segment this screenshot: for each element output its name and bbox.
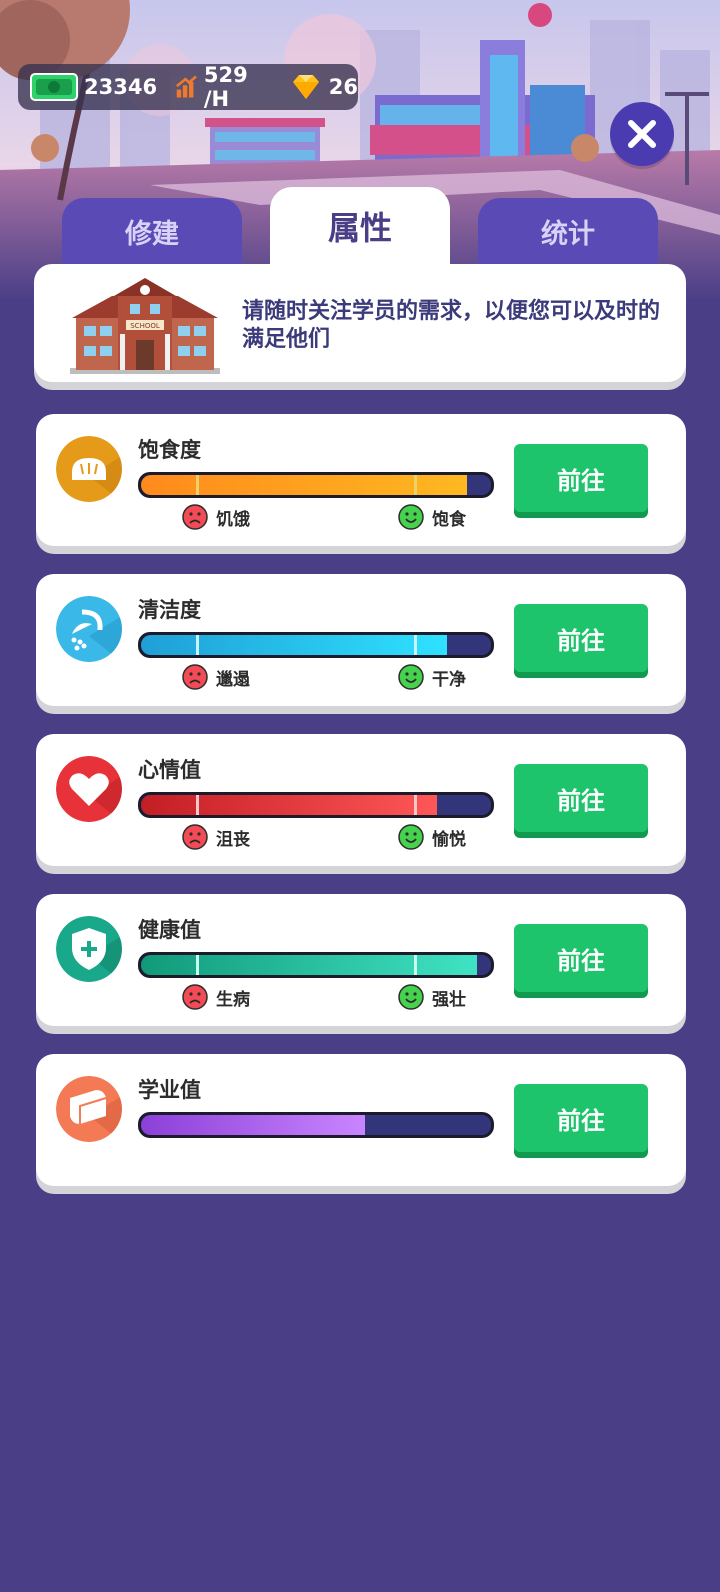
happy-face-icon xyxy=(398,824,424,850)
health-shield-icon xyxy=(56,916,122,982)
heart-icon xyxy=(56,756,122,822)
tab-build-label: 修建 xyxy=(125,219,179,250)
income-counter: 529 /H xyxy=(157,63,271,111)
resource-bar: 23346 529 /H 26 xyxy=(18,63,358,111)
bread-icon xyxy=(56,436,122,502)
stat-progress-fill xyxy=(141,955,477,975)
book-icon xyxy=(56,1076,122,1142)
stat-progress-bar xyxy=(138,952,494,978)
high-label: 饱食 xyxy=(398,504,466,530)
income-chart-icon xyxy=(175,75,197,98)
sad-face-icon xyxy=(182,984,208,1010)
high-label-text: 愉悦 xyxy=(432,829,466,850)
low-label-text: 生病 xyxy=(216,989,250,1010)
sad-face-icon xyxy=(182,504,208,530)
stat-progress-fill xyxy=(141,1115,365,1135)
school-sign-text: SCHOOL xyxy=(130,322,160,330)
info-card: SCHOOL 请随时关注学员的需求，以便您可以及时的满足他们 xyxy=(34,264,686,382)
stat-name: 心情值 xyxy=(138,758,201,782)
tab-attributes[interactable]: 属性 xyxy=(270,187,450,267)
diamond-icon xyxy=(292,75,319,99)
low-label: 沮丧 xyxy=(182,824,250,850)
stat-progress-bar xyxy=(138,472,494,498)
stat-name: 健康值 xyxy=(138,918,201,942)
stat-progress-bar xyxy=(138,792,494,818)
high-label: 愉悦 xyxy=(398,824,466,850)
stat-progress-fill xyxy=(141,795,437,815)
stat-progress-bar xyxy=(138,632,494,658)
go-button-satiety[interactable]: 前往 xyxy=(514,444,648,512)
low-label: 饥饿 xyxy=(182,504,250,530)
high-label-text: 饱食 xyxy=(432,509,466,530)
high-threshold-tick xyxy=(414,795,417,815)
stat-card-mood: 心情值 沮丧 愉悦 前往 xyxy=(36,734,686,866)
low-label-text: 饥饿 xyxy=(216,509,250,530)
high-threshold-tick xyxy=(414,955,417,975)
happy-face-icon xyxy=(398,504,424,530)
high-threshold-tick xyxy=(414,635,417,655)
cash-icon xyxy=(30,73,78,101)
info-text: 请随时关注学员的需求，以便您可以及时的满足他们 xyxy=(242,299,661,352)
gem-counter: 26 xyxy=(271,73,358,101)
stat-name: 学业值 xyxy=(138,1078,201,1102)
high-threshold-tick xyxy=(414,475,417,495)
low-threshold-tick xyxy=(196,795,199,815)
close-icon xyxy=(628,120,656,148)
happy-face-icon xyxy=(398,984,424,1010)
stat-progress-fill xyxy=(141,475,467,495)
high-label-text: 强壮 xyxy=(432,989,466,1010)
high-label: 强壮 xyxy=(398,984,466,1010)
low-label-text: 邋遢 xyxy=(216,669,250,690)
high-label-text: 干净 xyxy=(432,669,466,690)
go-button-academics[interactable]: 前往 xyxy=(514,1084,648,1152)
stat-name: 饱食度 xyxy=(138,438,201,462)
tab-statistics[interactable]: 统计 xyxy=(478,198,658,268)
tab-build[interactable]: 修建 xyxy=(62,198,242,268)
close-button[interactable] xyxy=(610,102,674,166)
income-value: 529 /H xyxy=(203,63,248,111)
low-threshold-tick xyxy=(196,635,199,655)
stat-progress-fill xyxy=(141,635,448,655)
stat-name: 清洁度 xyxy=(138,598,201,622)
school-building-icon: SCHOOL xyxy=(70,278,220,374)
stat-progress-bar xyxy=(138,1112,494,1138)
happy-face-icon xyxy=(398,664,424,690)
stat-card-academics: 学业值 前往 xyxy=(36,1054,686,1186)
low-label: 邋遢 xyxy=(182,664,250,690)
tab-attributes-label: 属性 xyxy=(327,209,392,247)
stat-card-satiety: 饱食度 饥饿 饱食 前往 xyxy=(36,414,686,546)
low-threshold-tick xyxy=(196,475,199,495)
go-button-health[interactable]: 前往 xyxy=(514,924,648,992)
sad-face-icon xyxy=(182,824,208,850)
sad-face-icon xyxy=(182,664,208,690)
cash-counter: 23346 xyxy=(18,73,157,101)
stat-card-health: 健康值 生病 强壮 前往 xyxy=(36,894,686,1026)
tab-statistics-label: 统计 xyxy=(541,219,595,250)
shower-icon xyxy=(56,596,122,662)
go-button-cleanliness[interactable]: 前往 xyxy=(514,604,648,672)
low-label: 生病 xyxy=(182,984,250,1010)
gem-value: 26 xyxy=(328,75,358,99)
low-label-text: 沮丧 xyxy=(216,829,250,850)
go-button-mood[interactable]: 前往 xyxy=(514,764,648,832)
cash-value: 23346 xyxy=(84,75,158,99)
high-label: 干净 xyxy=(398,664,466,690)
stat-card-cleanliness: 清洁度 邋遢 干净 前往 xyxy=(36,574,686,706)
low-threshold-tick xyxy=(196,955,199,975)
